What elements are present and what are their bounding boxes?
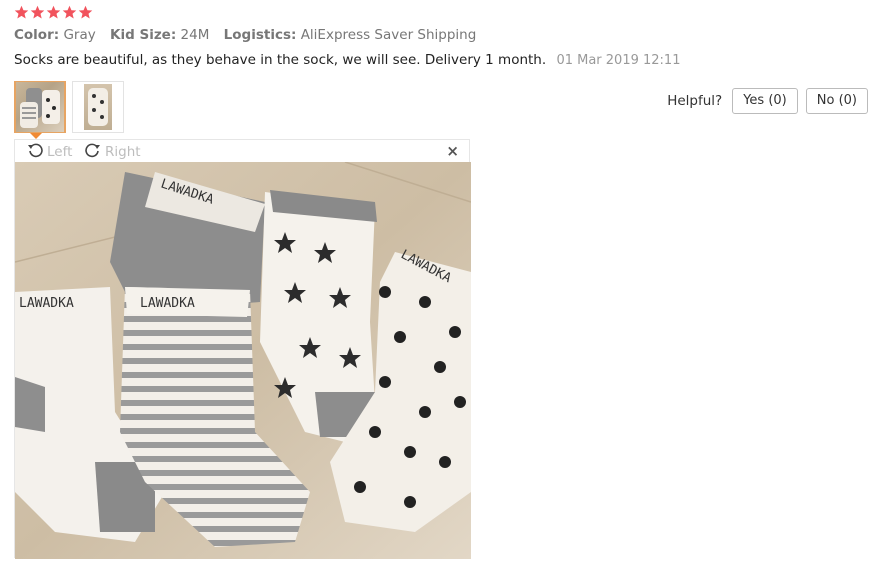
review-date: 01 Mar 2019 12:11: [556, 53, 681, 68]
viewer-toolbar: Left Right ×: [15, 140, 469, 161]
rotate-left-icon: [27, 142, 43, 162]
attr-size-key: Kid Size:: [110, 27, 177, 43]
star-icon: [30, 5, 45, 19]
helpful-no-button[interactable]: No (0): [805, 88, 868, 114]
sock-brand-text: LAWADKA: [140, 296, 195, 311]
review-body: Socks are beautiful, as they behave in t…: [14, 52, 680, 68]
attr-color-key: Color:: [14, 27, 60, 43]
helpful-section: Helpful? Yes (0) No (0): [667, 88, 868, 114]
rotate-right-label: Right: [105, 144, 141, 160]
star-icon: [46, 5, 61, 19]
rotate-right-button[interactable]: Right: [85, 142, 141, 162]
attr-logistics-value: AliExpress Saver Shipping: [300, 27, 477, 43]
thumbnail-1[interactable]: [14, 81, 66, 133]
sock-brand-text: LAWADKA: [19, 296, 74, 311]
review-thumbnails: [14, 81, 124, 133]
thumbnail-image: [84, 84, 112, 130]
thumbnail-2[interactable]: [72, 81, 124, 133]
attr-logistics-key: Logistics:: [223, 27, 297, 43]
attr-size-value: 24M: [180, 27, 210, 43]
helpful-label: Helpful?: [667, 93, 723, 109]
rotate-left-button[interactable]: Left: [27, 142, 72, 162]
thumbnail-image: [16, 82, 64, 132]
attr-color-value: Gray: [63, 27, 96, 43]
socks-photo: LAWADKA LAWADKA LAWADKA LAWADKA: [15, 162, 471, 559]
review-photo[interactable]: LAWADKA LAWADKA LAWADKA LAWADKA: [15, 162, 471, 559]
star-icon: [78, 5, 93, 19]
review-text: Socks are beautiful, as they behave in t…: [14, 52, 547, 68]
helpful-yes-button[interactable]: Yes (0): [732, 88, 798, 114]
star-icon: [14, 5, 29, 19]
order-attributes: Color: Gray Kid Size: 24M Logistics: Ali…: [14, 27, 486, 43]
rotate-left-label: Left: [47, 144, 73, 160]
close-icon[interactable]: ×: [446, 142, 459, 160]
rotate-right-icon: [85, 142, 101, 162]
star-icon: [62, 5, 77, 19]
image-viewer: Left Right × LAWADKA LAWADKA LAWADKA LAW…: [14, 139, 471, 559]
star-rating: [14, 5, 93, 21]
